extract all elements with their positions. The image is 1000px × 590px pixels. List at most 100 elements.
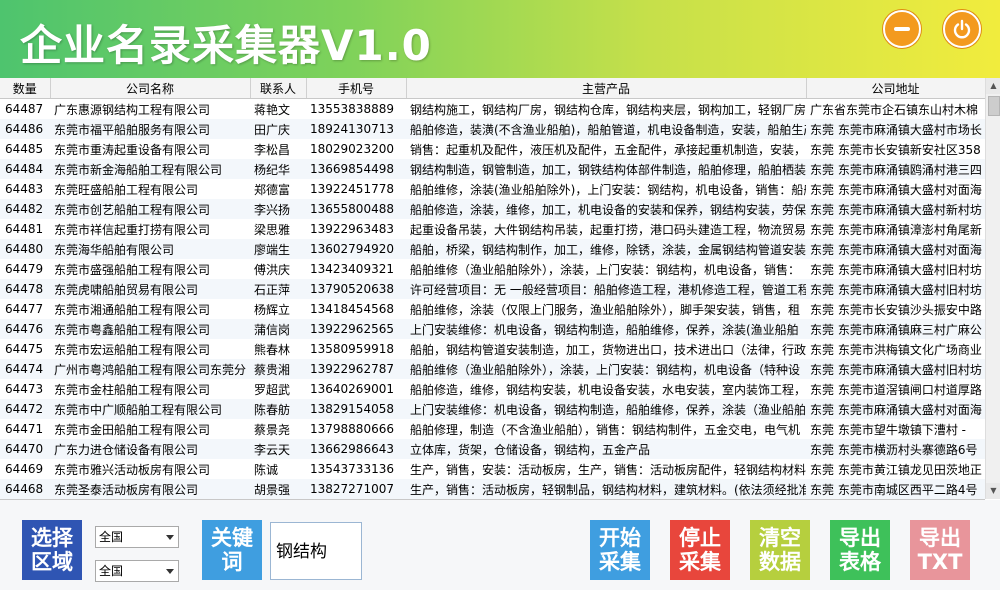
minus-icon xyxy=(894,27,910,31)
city-select[interactable]: 全国 xyxy=(95,560,179,582)
cell-products: 船舶，钢结构管道安装制造，加工，货物进出口，技术进出口（法律，行政 xyxy=(406,339,806,359)
cell-address: 广东省东莞市企石镇东山村木棉 xyxy=(806,98,985,119)
cell-count: 64480 xyxy=(0,239,50,259)
table-row[interactable]: 64482 东莞市创艺船舶工程有限公司 李兴扬 13655800488 船舶修造，涂装，… xyxy=(0,199,985,219)
cell-count: 64481 xyxy=(0,219,50,239)
stop-collect-button[interactable]: 停止 采集 xyxy=(670,520,730,580)
cell-contact: 熊春林 xyxy=(250,339,306,359)
start-collect-button[interactable]: 开始 采集 xyxy=(590,520,650,580)
cell-company: 东莞市盛强船舶工程有限公司 xyxy=(50,259,250,279)
cell-company: 东莞市祥信起重打捞有限公司 xyxy=(50,219,250,239)
column-header-address[interactable]: 公司地址 xyxy=(806,78,985,99)
scrollbar-thumb[interactable] xyxy=(988,96,1000,116)
cell-count: 64479 xyxy=(0,259,50,279)
cell-contact: 陈诚 xyxy=(250,459,306,479)
cell-phone: 13922963483 xyxy=(306,219,406,239)
column-header-products[interactable]: 主营产品 xyxy=(406,78,807,99)
table-row[interactable]: 64468 东莞圣泰活动板房有限公司 胡景强 13827271007 生产，销售：活动板… xyxy=(0,479,985,499)
cell-phone: 13655800488 xyxy=(306,199,406,219)
table-row[interactable]: 64486 东莞市福平船舶服务有限公司 田广庆 18924130713 船舶修造，装潢(… xyxy=(0,119,985,139)
table-row[interactable]: 64484 东莞市新金海船舶工程有限公司 杨纪华 13669854498 钢结构制造，钢… xyxy=(0,159,985,179)
table-row[interactable]: 64487 广东惠源钢结构工程有限公司 蒋艳文 13553838889 钢结构施工，钢结… xyxy=(0,98,985,119)
keyword-button[interactable]: 关键 词 xyxy=(202,520,262,580)
province-select[interactable]: 全国 xyxy=(95,526,179,548)
table-row[interactable]: 64472 东莞市中广顺船舶工程有限公司 陈春舫 13829154058 上门安装维修：… xyxy=(0,399,985,419)
column-header-company[interactable]: 公司名称 xyxy=(50,78,251,99)
select-region-button[interactable]: 选择 区域 xyxy=(22,520,82,580)
table-row[interactable]: 64480 东莞海华船舶有限公司 廖端生 13602794920 船舶，桥梁，钢结构制作… xyxy=(0,239,985,259)
cell-contact: 傅洪庆 xyxy=(250,259,306,279)
cell-products: 船舶维修，涂装（仅限上门服务，渔业船舶除外），脚手架安装，销售，租 xyxy=(406,299,806,319)
vertical-scrollbar[interactable]: ▲ ▼ xyxy=(985,78,1000,499)
table-row[interactable]: 64481 东莞市祥信起重打捞有限公司 梁思雅 13922963483 起重设备吊装，大… xyxy=(0,219,985,239)
cell-contact: 李兴扬 xyxy=(250,199,306,219)
cell-count: 64487 xyxy=(0,98,50,119)
close-button[interactable] xyxy=(943,10,981,48)
table-row[interactable]: 64471 东莞市金田船舶工程有限公司 蔡景尧 13798880666 船舶修理，制造（… xyxy=(0,419,985,439)
cell-phone: 13829154058 xyxy=(306,399,406,419)
export-txt-button[interactable]: 导出 TXT xyxy=(910,520,970,580)
cell-address: 东莞 东莞市望牛墩镇下漕村 - xyxy=(806,419,985,439)
scroll-up-arrow-icon[interactable]: ▲ xyxy=(986,78,1000,94)
cell-count: 64477 xyxy=(0,299,50,319)
cell-contact: 石正萍 xyxy=(250,279,306,299)
cell-products: 生产，销售，安装：活动板房，生产，销售：活动板房配件，轻钢结构材料 xyxy=(406,459,806,479)
scroll-down-arrow-icon[interactable]: ▼ xyxy=(986,483,1000,499)
cell-company: 东莞市中广顺船舶工程有限公司 xyxy=(50,399,250,419)
table-row[interactable]: 64477 东莞市湘通船舶工程有限公司 杨辉立 13418454568 船舶维修，涂装（… xyxy=(0,299,985,319)
minimize-button[interactable] xyxy=(883,10,921,48)
cell-address: 东莞 东莞市黄江镇龙见田茨地正 xyxy=(806,459,985,479)
keyword-input[interactable]: 钢结构 xyxy=(270,522,362,580)
export-table-button[interactable]: 导出 表格 xyxy=(830,520,890,580)
cell-phone: 13580959918 xyxy=(306,339,406,359)
results-table[interactable]: 数量 公司名称 联系人 手机号 主营产品 公司地址 64487 广东惠源钢结构工程… xyxy=(0,78,985,500)
cell-company: 东莞市福平船舶服务有限公司 xyxy=(50,119,250,139)
table-row[interactable]: 64475 东莞市宏运船舶工程有限公司 熊春林 13580959918 船舶，钢结构管道… xyxy=(0,339,985,359)
table-row[interactable]: 64469 东莞市雅兴活动板房有限公司 陈诚 13543733136 生产，销售，安装：… xyxy=(0,459,985,479)
cell-company: 东莞虎啸船舶贸易有限公司 xyxy=(50,279,250,299)
cell-contact: 杨辉立 xyxy=(250,299,306,319)
cell-company: 东莞市雅兴活动板房有限公司 xyxy=(50,459,250,479)
cell-products: 钢结构施工，钢结构厂房，钢结构仓库，钢结构夹层，钢构加工，轻钢厂房 xyxy=(406,98,806,119)
cell-products: 许可经营项目：无 一般经营项目：船舶修造工程，港机修造工程，管道工程 xyxy=(406,279,806,299)
cell-company: 东莞圣泰活动板房有限公司 xyxy=(50,479,250,499)
cell-address: 东莞 东莞市麻涌镇漳澎村角尾新 xyxy=(806,219,985,239)
cell-count: 64485 xyxy=(0,139,50,159)
cell-phone: 13827271007 xyxy=(306,479,406,499)
cell-address: 东莞 东莞市麻涌镇大盛村旧村坊 xyxy=(806,279,985,299)
table-row[interactable]: 64479 东莞市盛强船舶工程有限公司 傅洪庆 13423409321 船舶维修（渔业船… xyxy=(0,259,985,279)
table-row[interactable]: 64485 东莞市重涛起重设备有限公司 李松昌 18029023200 销售：起重机及配… xyxy=(0,139,985,159)
cell-contact: 田广庆 xyxy=(250,119,306,139)
column-header-phone[interactable]: 手机号 xyxy=(306,78,407,99)
cell-company: 广东力进仓储设备有限公司 xyxy=(50,439,250,459)
cell-company: 东莞市宏运船舶工程有限公司 xyxy=(50,339,250,359)
table-body: 64487 广东惠源钢结构工程有限公司 蒋艳文 13553838889 钢结构施工，钢结… xyxy=(0,98,985,499)
table-row[interactable]: 64473 东莞市金柱船舶工程有限公司 罗超武 13640269001 船舶修造，维修，… xyxy=(0,379,985,399)
cell-contact: 梁思雅 xyxy=(250,219,306,239)
table-row[interactable]: 64478 东莞虎啸船舶贸易有限公司 石正萍 13790520638 许可经营项目：无 … xyxy=(0,279,985,299)
power-icon xyxy=(953,19,971,39)
cell-address: 东莞 东莞市麻涌镇鸥涌村港三四 xyxy=(806,159,985,179)
city-select-value: 全国 xyxy=(99,564,124,578)
cell-company: 东莞市湘通船舶工程有限公司 xyxy=(50,299,250,319)
table-row[interactable]: 64470 广东力进仓储设备有限公司 李云天 13662986643 立体库，货架，仓储… xyxy=(0,439,985,459)
column-header-contact[interactable]: 联系人 xyxy=(250,78,307,99)
table-row[interactable]: 64476 东莞市粤鑫船舶工程有限公司 蒲信岗 13922962565 上门安装维修：机… xyxy=(0,319,985,339)
cell-company: 东莞市粤鑫船舶工程有限公司 xyxy=(50,319,250,339)
cell-address: 东莞 东莞市南城区西平二路4号 xyxy=(806,479,985,499)
cell-products: 上门安装维修：机电设备，钢结构制造，船舶维修，保养，涂装(渔业船舶 xyxy=(406,319,806,339)
cell-address: 东莞 东莞市麻涌镇大盛村对面海 xyxy=(806,179,985,199)
table-row[interactable]: 64474 广州市粤鸿船舶工程有限公司东莞分 蔡贵湘 13922962787 船舶维修（… xyxy=(0,359,985,379)
cell-address: 东莞 东莞市道滘镇闸口村道厚路 xyxy=(806,379,985,399)
table-row[interactable]: 64483 东莞旺盛船舶工程有限公司 郑德富 13922451778 船舶维修，涂装(渔… xyxy=(0,179,985,199)
cell-contact: 杨纪华 xyxy=(250,159,306,179)
table-header: 数量 公司名称 联系人 手机号 主营产品 公司地址 xyxy=(0,78,985,99)
cell-count: 64472 xyxy=(0,399,50,419)
cell-contact: 罗超武 xyxy=(250,379,306,399)
cell-products: 船舶维修，涂装(渔业船舶除外)，上门安装：钢结构，机电设备，销售：船舶 xyxy=(406,179,806,199)
cell-phone: 13790520638 xyxy=(306,279,406,299)
chevron-down-icon xyxy=(166,535,174,540)
column-header-count[interactable]: 数量 xyxy=(0,78,51,99)
cell-count: 64482 xyxy=(0,199,50,219)
clear-data-button[interactable]: 清空 数据 xyxy=(750,520,810,580)
